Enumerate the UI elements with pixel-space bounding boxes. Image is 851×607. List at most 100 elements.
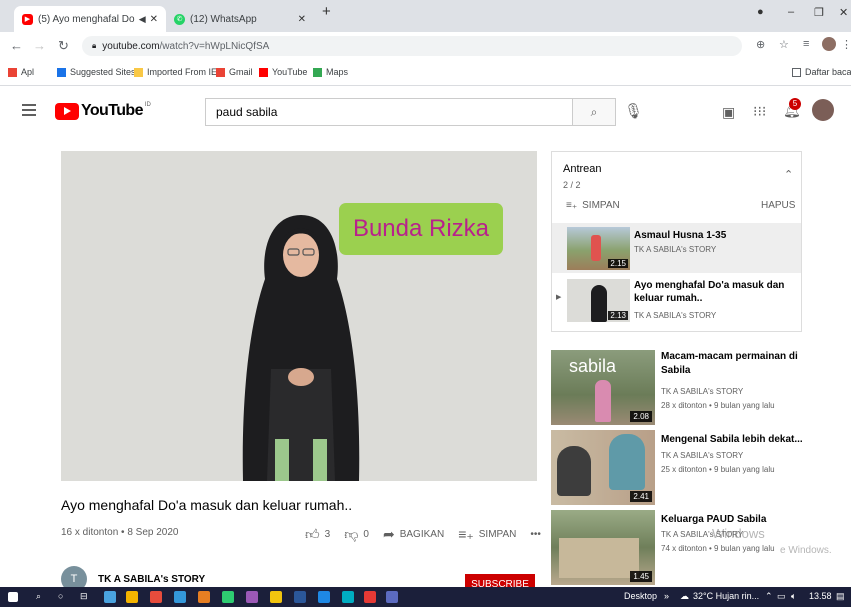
bookmark-suggested[interactable]: Suggested Sites	[57, 67, 136, 77]
queue-icon[interactable]: ≡	[803, 38, 809, 50]
firefox-icon[interactable]	[198, 591, 210, 603]
app-icon[interactable]	[364, 591, 376, 603]
share-icon: ➦	[382, 526, 395, 542]
hamburger-menu-icon[interactable]	[22, 104, 36, 119]
account-avatar[interactable]	[812, 99, 834, 121]
recommendation-thumbnail: 1.45	[551, 510, 655, 585]
weather-status[interactable]: 32°C Hujan rin...	[693, 591, 759, 601]
reload-icon[interactable]: ↻	[58, 38, 69, 54]
recommendation-item[interactable]: 2.41 Mengenal Sabila lebih dekat... TK A…	[551, 430, 831, 510]
queue-item-channel: TK A SABILA's STORY	[634, 311, 717, 320]
dislike-button[interactable]: 👎︎ 0	[344, 526, 369, 543]
url-field[interactable]: 🔒︎ youtube.com /watch?v=hWpLNicQfSA	[82, 36, 742, 56]
recommendation-title: Keluarga PAUD Sabila	[661, 514, 767, 525]
apps-grid-icon[interactable]: ⁝⁝⁝	[753, 103, 766, 120]
bookmark-gmail[interactable]: Gmail	[216, 67, 253, 77]
microphone-icon[interactable]: 🎙︎	[624, 102, 643, 120]
search-input[interactable]: paud sabila	[205, 98, 573, 126]
reading-list[interactable]: Daftar bacaan	[792, 67, 851, 77]
tab-whatsapp[interactable]: ✆ (12) WhatsApp ✕	[166, 6, 314, 32]
task-view-icon[interactable]: ⊟	[80, 591, 88, 602]
child-figure	[591, 235, 601, 261]
bookmark-apps[interactable]: Apl	[8, 67, 34, 77]
minimize-icon[interactable]: –	[788, 6, 794, 18]
file-explorer-icon[interactable]	[126, 591, 138, 603]
recommendation-thumbnail: 2.41	[551, 430, 655, 505]
browser-tab-bar: ▶ (5) Ayo menghafal Do'a mas ◀︎ ✕ ✆ (12)…	[0, 0, 851, 32]
search-icon[interactable]: ⌕	[36, 591, 41, 602]
reading-list-label: Daftar bacaan	[805, 67, 851, 77]
tab-youtube[interactable]: ▶ (5) Ayo menghafal Do'a mas ◀︎ ✕	[14, 6, 166, 32]
bookmark-star-icon[interactable]: ☆	[779, 38, 789, 51]
profile-avatar[interactable]	[822, 37, 836, 51]
new-tab-button[interactable]: +	[322, 3, 331, 20]
volume-icon[interactable]: 🔈︎	[791, 591, 796, 602]
channel-avatar[interactable]: T	[61, 566, 87, 588]
app-icon[interactable]	[342, 591, 354, 603]
like-button[interactable]: 👍︎ 3	[305, 526, 330, 543]
close-tab-icon[interactable]: ✕	[150, 14, 158, 25]
queue-item-title: Ayo menghafal Do'a masuk dan keluar ruma…	[634, 280, 785, 304]
windows-start-icon[interactable]	[8, 592, 18, 602]
toolbar-expand-icon[interactable]: »	[664, 591, 669, 601]
create-video-icon[interactable]: ▣	[722, 104, 735, 121]
search-button[interactable]: ⌕	[572, 98, 616, 126]
youtube-play-icon	[55, 102, 79, 120]
recommendation-thumbnail: sabila 2.08	[551, 350, 655, 425]
queue-delete-button[interactable]: HAPUS	[761, 200, 795, 211]
tab-title: (12) WhatsApp	[190, 13, 257, 25]
store-icon[interactable]	[270, 591, 282, 603]
chrome-icon[interactable]	[150, 591, 162, 603]
collapse-queue-icon[interactable]: ⌃	[784, 168, 793, 181]
bookmark-youtube[interactable]: YouTube	[259, 67, 307, 77]
edge-icon[interactable]	[104, 591, 116, 603]
network-icon[interactable]: ▭	[777, 591, 786, 602]
subscribe-button[interactable]: SUBSCRIBE	[465, 574, 535, 588]
clock[interactable]: 13.58	[809, 591, 832, 601]
channel-row: T TK A SABILA's STORY SUBSCRIBE	[61, 566, 537, 588]
notifications-icon[interactable]: ▤	[836, 591, 845, 602]
restore-icon[interactable]: ❐	[814, 6, 824, 19]
word-icon[interactable]	[294, 591, 306, 603]
video-player[interactable]: Bunda Rizka	[61, 151, 537, 481]
queue-panel: Antrean 2 / 2 ⌃ ≡₊ SIMPAN HAPUS 2.15 Asma…	[551, 151, 802, 332]
install-app-icon[interactable]: ⊕	[756, 38, 765, 51]
queue-item[interactable]: 2.15 Asmaul Husna 1-35 TK A SABILA's STO…	[552, 223, 801, 273]
tray-expand-icon[interactable]: ⌃	[765, 591, 773, 602]
duration-badge: 1.45	[630, 571, 652, 582]
mute-icon[interactable]: ◀︎	[139, 14, 146, 25]
share-button[interactable]: ➦ BAGIKAN	[383, 526, 444, 543]
save-button[interactable]: ≡₊ SIMPAN	[458, 526, 516, 543]
like-count: 3	[324, 529, 331, 540]
forward-icon[interactable]: →	[33, 38, 46, 53]
bookmark-imported-ie[interactable]: Imported From IE	[134, 67, 217, 77]
tab-title: (5) Ayo menghafal Do'a mas	[38, 13, 135, 25]
lock-icon: 🔒︎	[92, 41, 97, 50]
desktop-toolbar-label[interactable]: Desktop	[624, 591, 657, 601]
bookmark-maps[interactable]: Maps	[313, 67, 348, 77]
recommendation-title: Mengenal Sabila lebih dekat...	[661, 434, 803, 445]
notification-badge: 5	[789, 98, 801, 110]
mail-icon[interactable]	[174, 591, 186, 603]
url-path: /watch?v=hWpLNicQfSA	[159, 40, 270, 52]
app-icon[interactable]	[318, 591, 330, 603]
close-tab-icon[interactable]: ✕	[298, 14, 306, 25]
profile-indicator-icon[interactable]: ●	[757, 6, 764, 18]
recommendation-item[interactable]: sabila 2.08 Macam-macam permainan di Sab…	[551, 350, 831, 430]
app-icon[interactable]	[222, 591, 234, 603]
youtube-icon	[259, 67, 268, 77]
menu-kebab-icon[interactable]: ⋮	[841, 38, 851, 51]
app-icon[interactable]	[246, 591, 258, 603]
more-actions-button[interactable]: •••	[530, 529, 541, 540]
back-icon[interactable]: ←	[10, 38, 23, 53]
cortana-icon[interactable]: ○	[58, 591, 63, 601]
channel-name[interactable]: TK A SABILA's STORY	[98, 574, 205, 585]
person-figure	[557, 446, 591, 496]
now-playing-icon: ▶	[556, 294, 562, 301]
app-icon[interactable]	[386, 591, 398, 603]
queue-item[interactable]: ▶ 2.13 Ayo menghafal Do'a masuk dan kelu…	[552, 273, 801, 329]
youtube-logo[interactable]: YouTube ID	[55, 102, 151, 120]
close-window-icon[interactable]: ✕	[839, 6, 848, 19]
folder-icon	[134, 67, 143, 77]
queue-save-button[interactable]: ≡₊ SIMPAN	[566, 200, 620, 211]
